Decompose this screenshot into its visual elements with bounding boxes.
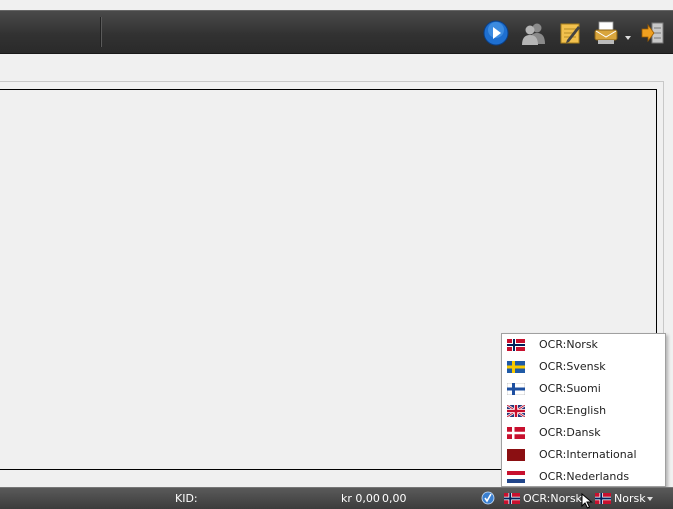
mouse-cursor-icon: [581, 493, 593, 509]
chevron-down-icon[interactable]: [647, 497, 653, 501]
users-icon[interactable]: [520, 20, 546, 46]
sweden-flag-icon: [507, 361, 525, 373]
menu-item-ocr-nederlands[interactable]: OCR:Nederlands: [502, 466, 665, 488]
uk-flag-icon: [507, 405, 525, 417]
international-flag-icon: [507, 449, 525, 461]
menu-item-label: OCR:Norsk: [539, 338, 598, 351]
ocr-language-menu: OCR:Norsk OCR:Svensk OCR:Suomi OCR:Engli…: [501, 333, 666, 487]
menu-item-ocr-norsk[interactable]: OCR:Norsk: [502, 334, 665, 356]
main-toolbar: [0, 10, 673, 54]
menu-item-ocr-international[interactable]: OCR:International: [502, 444, 665, 466]
norway-flag-icon: [507, 339, 525, 351]
status-bar: KID: kr 0,00 0,00 OCR:Norsk Norsk: [0, 487, 673, 509]
netherlands-flag-icon: [507, 471, 525, 483]
mail-print-icon[interactable]: [593, 20, 619, 46]
notepad-icon[interactable]: [557, 20, 583, 46]
toolbar-separator: [100, 17, 101, 47]
menu-item-ocr-dansk[interactable]: OCR:Dansk: [502, 422, 665, 444]
menu-item-ocr-english[interactable]: OCR:English: [502, 400, 665, 422]
menu-item-ocr-suomi[interactable]: OCR:Suomi: [502, 378, 665, 400]
language-selected-label: Norsk: [614, 492, 646, 505]
menu-item-label: OCR:Dansk: [539, 426, 601, 439]
menu-item-label: OCR:International: [539, 448, 637, 461]
norway-flag-icon: [504, 493, 520, 504]
play-forward-icon[interactable]: [483, 20, 509, 46]
denmark-flag-icon: [507, 427, 525, 439]
exit-icon[interactable]: [640, 20, 666, 46]
amount-value: kr 0,00: [341, 492, 380, 505]
finland-flag-icon: [507, 383, 525, 395]
menu-item-ocr-svensk[interactable]: OCR:Svensk: [502, 356, 665, 378]
menu-item-label: OCR:Suomi: [539, 382, 601, 395]
norway-flag-icon: [595, 493, 611, 504]
menu-item-label: OCR:Nederlands: [539, 470, 630, 483]
ocr-selected-label: OCR:Norsk: [523, 492, 582, 505]
amount-secondary-value: 0,00: [382, 492, 407, 505]
kid-label: KID:: [175, 492, 198, 505]
chevron-down-icon[interactable]: [624, 31, 632, 40]
menu-item-label: OCR:Svensk: [539, 360, 606, 373]
menu-item-label: OCR:English: [539, 404, 607, 417]
check-icon[interactable]: [481, 491, 495, 505]
